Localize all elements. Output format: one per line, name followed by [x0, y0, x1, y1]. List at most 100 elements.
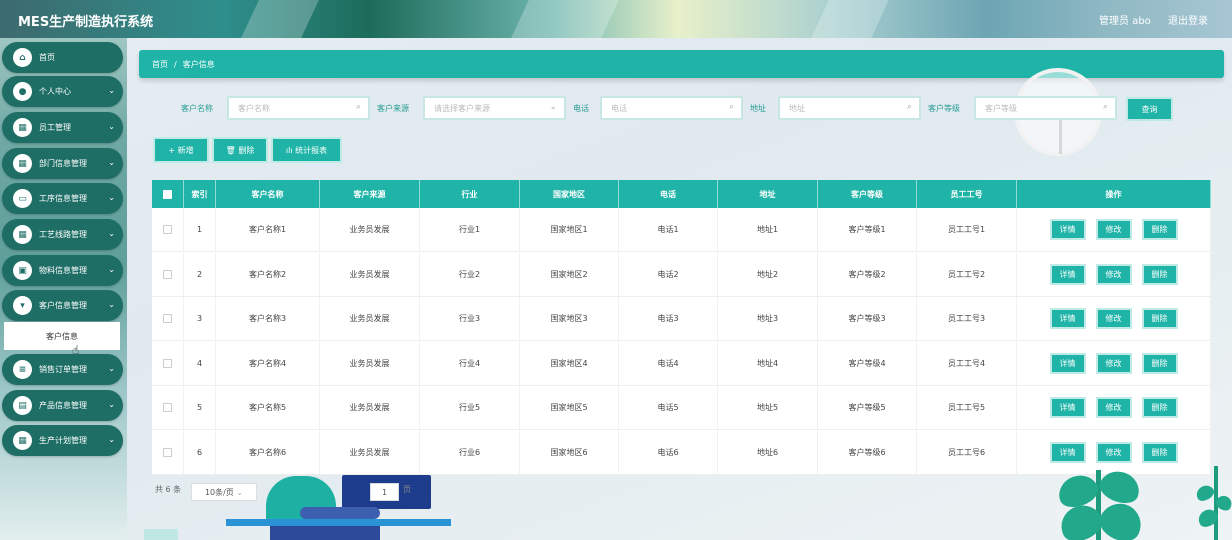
table-cell: 业务员发展 — [320, 430, 420, 474]
table-cell: 电话2 — [619, 252, 718, 296]
plant-leaf — [1193, 482, 1217, 504]
table-cell: 员工工号5 — [917, 386, 1017, 429]
chevron-down-icon: ⌄ — [108, 193, 115, 202]
edit-button[interactable]: 修改 — [1095, 397, 1132, 418]
row-delete-button[interactable]: 删除 — [1141, 397, 1178, 418]
sidebar-item-2[interactable]: ▦ 员工管理 ⌄ — [2, 112, 123, 143]
table-cell: 电话6 — [619, 430, 718, 474]
table-cell: 客户等级6 — [818, 430, 917, 474]
search-source-select[interactable]: 请选择客户来源 ⌄ — [423, 96, 566, 120]
sidebar-item-6[interactable]: ▣ 物料信息管理 ⌄ — [2, 255, 123, 286]
detail-button[interactable]: 详情 — [1049, 397, 1086, 418]
search-name-input[interactable]: 客户名称 ⌕ — [227, 96, 370, 120]
detail-button[interactable]: 详情 — [1049, 219, 1086, 240]
sidebar-item-1[interactable]: ● 个人中心 ⌄ — [2, 76, 123, 107]
table-cell: 业务员发展 — [320, 297, 420, 340]
breadcrumb-home[interactable]: 首页 — [152, 59, 168, 70]
chevron-down-icon: ⌄ — [108, 86, 115, 95]
sidebar-item-10[interactable]: ▦ 生产计划管理 ⌄ — [2, 425, 123, 456]
row-delete-button[interactable]: 删除 — [1141, 441, 1178, 463]
edit-button[interactable]: 修改 — [1095, 441, 1132, 463]
row-delete-button[interactable]: 删除 — [1141, 308, 1178, 329]
sidebar-item-9[interactable]: ▤ 产品信息管理 ⌄ — [2, 390, 123, 421]
detail-button[interactable]: 详情 — [1049, 441, 1086, 463]
row-delete-button[interactable]: 删除 — [1141, 263, 1178, 285]
table-cell: 客户名称5 — [216, 386, 320, 429]
select-all-checkbox[interactable] — [163, 189, 172, 199]
page-size-select[interactable]: 10条/页 ⌄ — [191, 483, 257, 501]
row-delete-button[interactable]: 删除 — [1141, 219, 1178, 240]
add-button[interactable]: + 新增 — [153, 137, 209, 163]
home-icon: ⌂ — [13, 48, 32, 67]
table-row: 2 客户名称2 业务员发展 行业2 国家地区2 电话2 地址2 客户等级2 员工工号2 详情 修改删… — [152, 252, 1211, 297]
table-cell: 客户名称1 — [216, 208, 320, 251]
illustration-legs — [270, 526, 380, 540]
chevron-down-icon: ⌄ — [108, 364, 115, 373]
detail-button[interactable]: 详情 — [1049, 308, 1086, 329]
row-checkbox[interactable] — [163, 358, 172, 368]
table-cell: 客户等级5 — [818, 386, 917, 429]
row-checkbox[interactable] — [163, 269, 172, 279]
delete-button[interactable]: 🗑 删除 — [212, 137, 268, 163]
edit-button[interactable]: 修改 — [1095, 308, 1132, 329]
row-checkbox[interactable] — [163, 225, 172, 234]
top-header: MES生产制造执行系统 管理员 abo 退出登录 — [0, 0, 1232, 38]
table-row: 5 客户名称5 业务员发展 行业5 国家地区5 电话5 地址5 客户等级5 员工工号5 详情 修改删… — [152, 386, 1211, 430]
search-level-input[interactable]: 客户等级 ⌕ — [974, 96, 1117, 120]
sidebar-item-label: 物料信息管理 — [39, 266, 87, 275]
list-icon: ≡ — [13, 360, 32, 379]
table-cell: 员工工号1 — [917, 208, 1017, 251]
column-header: 索引 — [184, 180, 216, 208]
column-header: 客户名称 — [216, 180, 320, 208]
chevron-down-icon: ⌄ — [108, 122, 115, 131]
breadcrumb-separator: / — [174, 59, 177, 69]
sidebar-item-label: 生产计划管理 — [39, 436, 87, 445]
edit-button[interactable]: 修改 — [1095, 263, 1132, 285]
table-cell: 客户名称3 — [216, 297, 320, 340]
search-phone-input[interactable]: 电话 ⌕ — [600, 96, 743, 120]
pagination-total: 共 6 条 — [155, 485, 182, 494]
report-button[interactable]: ılı 统计报表 — [271, 137, 342, 163]
edit-button[interactable]: 修改 — [1095, 219, 1132, 240]
sidebar-item-0[interactable]: ⌂ 首页 — [2, 42, 123, 73]
logout-link[interactable]: 退出登录 — [1168, 16, 1208, 27]
row-actions: 详情 修改 删除 — [1017, 208, 1211, 251]
search-address-label: 地址 — [750, 104, 766, 113]
search-source-placeholder: 请选择客户来源 — [434, 103, 490, 113]
filter-icon: ▾ — [13, 296, 32, 315]
detail-button[interactable]: 详情 — [1049, 352, 1086, 374]
table-cell: 地址4 — [718, 341, 818, 385]
column-header: 员工工号 — [917, 180, 1017, 208]
illustration-arm — [300, 507, 380, 519]
sidebar-item-3[interactable]: ▦ 部门信息管理 ⌄ — [2, 148, 123, 179]
row-checkbox[interactable] — [163, 314, 172, 323]
table-cell: 地址6 — [718, 430, 818, 474]
query-button[interactable]: 查询 — [1126, 97, 1173, 121]
row-checkbox[interactable] — [163, 447, 172, 457]
sidebar-item-4[interactable]: ▭ 工序信息管理 ⌄ — [2, 183, 123, 214]
sidebar-item-8[interactable]: ≡ 销售订单管理 ⌄ — [2, 354, 123, 385]
user-area: 管理员 abo 退出登录 — [1085, 12, 1208, 27]
search-icon: ⌕ — [355, 102, 361, 112]
page-size-value: 10条/页 — [204, 487, 234, 497]
table-cell: 员工工号4 — [917, 341, 1017, 385]
search-address-placeholder: 地址 — [789, 103, 805, 113]
search-address-input[interactable]: 地址 ⌕ — [778, 96, 921, 120]
sidebar-item-7[interactable]: ▾ 客户信息管理 ⌄ — [2, 290, 123, 321]
table-cell: 国家地区5 — [520, 386, 619, 429]
table-cell: 电话5 — [619, 386, 718, 429]
sidebar-item-label: 个人中心 — [39, 87, 71, 96]
table-row: 3 客户名称3 业务员发展 行业3 国家地区3 电话3 地址3 客户等级3 员工工号3 详情 修改删… — [152, 297, 1211, 341]
sidebar-item-label: 工序信息管理 — [39, 194, 87, 203]
sidebar-item-5[interactable]: ▦ 工艺线路管理 ⌄ — [2, 219, 123, 250]
table-cell: 电话3 — [619, 297, 718, 340]
goto-page-input[interactable]: 1 — [370, 483, 399, 501]
edit-button[interactable]: 修改 — [1095, 352, 1132, 374]
select-all-cell — [152, 180, 184, 208]
row-actions: 详情 修改 删除 — [1017, 297, 1211, 340]
row-checkbox[interactable] — [163, 403, 172, 412]
detail-button[interactable]: 详情 — [1049, 263, 1086, 285]
row-delete-button[interactable]: 删除 — [1141, 352, 1178, 374]
submenu-item-customer-info[interactable]: 客户信息 — [4, 322, 120, 350]
table-cell: 国家地区3 — [520, 297, 619, 340]
